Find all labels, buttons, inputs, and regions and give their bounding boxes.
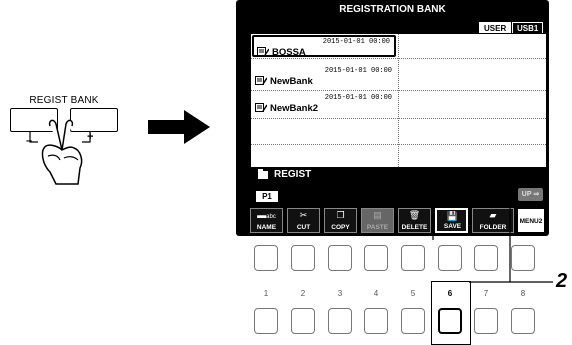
- button-number: 2: [300, 289, 306, 298]
- upper-button-7[interactable]: [474, 245, 498, 271]
- button-number: 4: [373, 289, 379, 298]
- lower-button-1[interactable]: [254, 308, 278, 334]
- upper-button-5[interactable]: [401, 245, 425, 271]
- upper-button-2[interactable]: [291, 245, 315, 271]
- step-number: 2: [556, 270, 568, 292]
- lower-button-2[interactable]: [291, 308, 315, 334]
- upper-button-3[interactable]: [328, 245, 352, 271]
- lower-button-8[interactable]: [511, 308, 535, 334]
- lower-button-5[interactable]: [401, 308, 425, 334]
- button-number: 6: [447, 289, 453, 298]
- lower-button-6[interactable]: [438, 308, 462, 334]
- button-number: 1: [263, 289, 269, 298]
- upper-button-1[interactable]: [254, 245, 278, 271]
- button-number: 7: [483, 289, 489, 298]
- lower-button-3[interactable]: [328, 308, 352, 334]
- upper-button-8[interactable]: [511, 245, 535, 271]
- button-number: 8: [520, 289, 526, 298]
- upper-button-4[interactable]: [364, 245, 388, 271]
- upper-button-6[interactable]: [438, 245, 462, 271]
- lower-button-4[interactable]: [364, 308, 388, 334]
- button-number: 3: [337, 289, 343, 298]
- lower-button-7[interactable]: [474, 308, 498, 334]
- button-number: 5: [410, 289, 416, 298]
